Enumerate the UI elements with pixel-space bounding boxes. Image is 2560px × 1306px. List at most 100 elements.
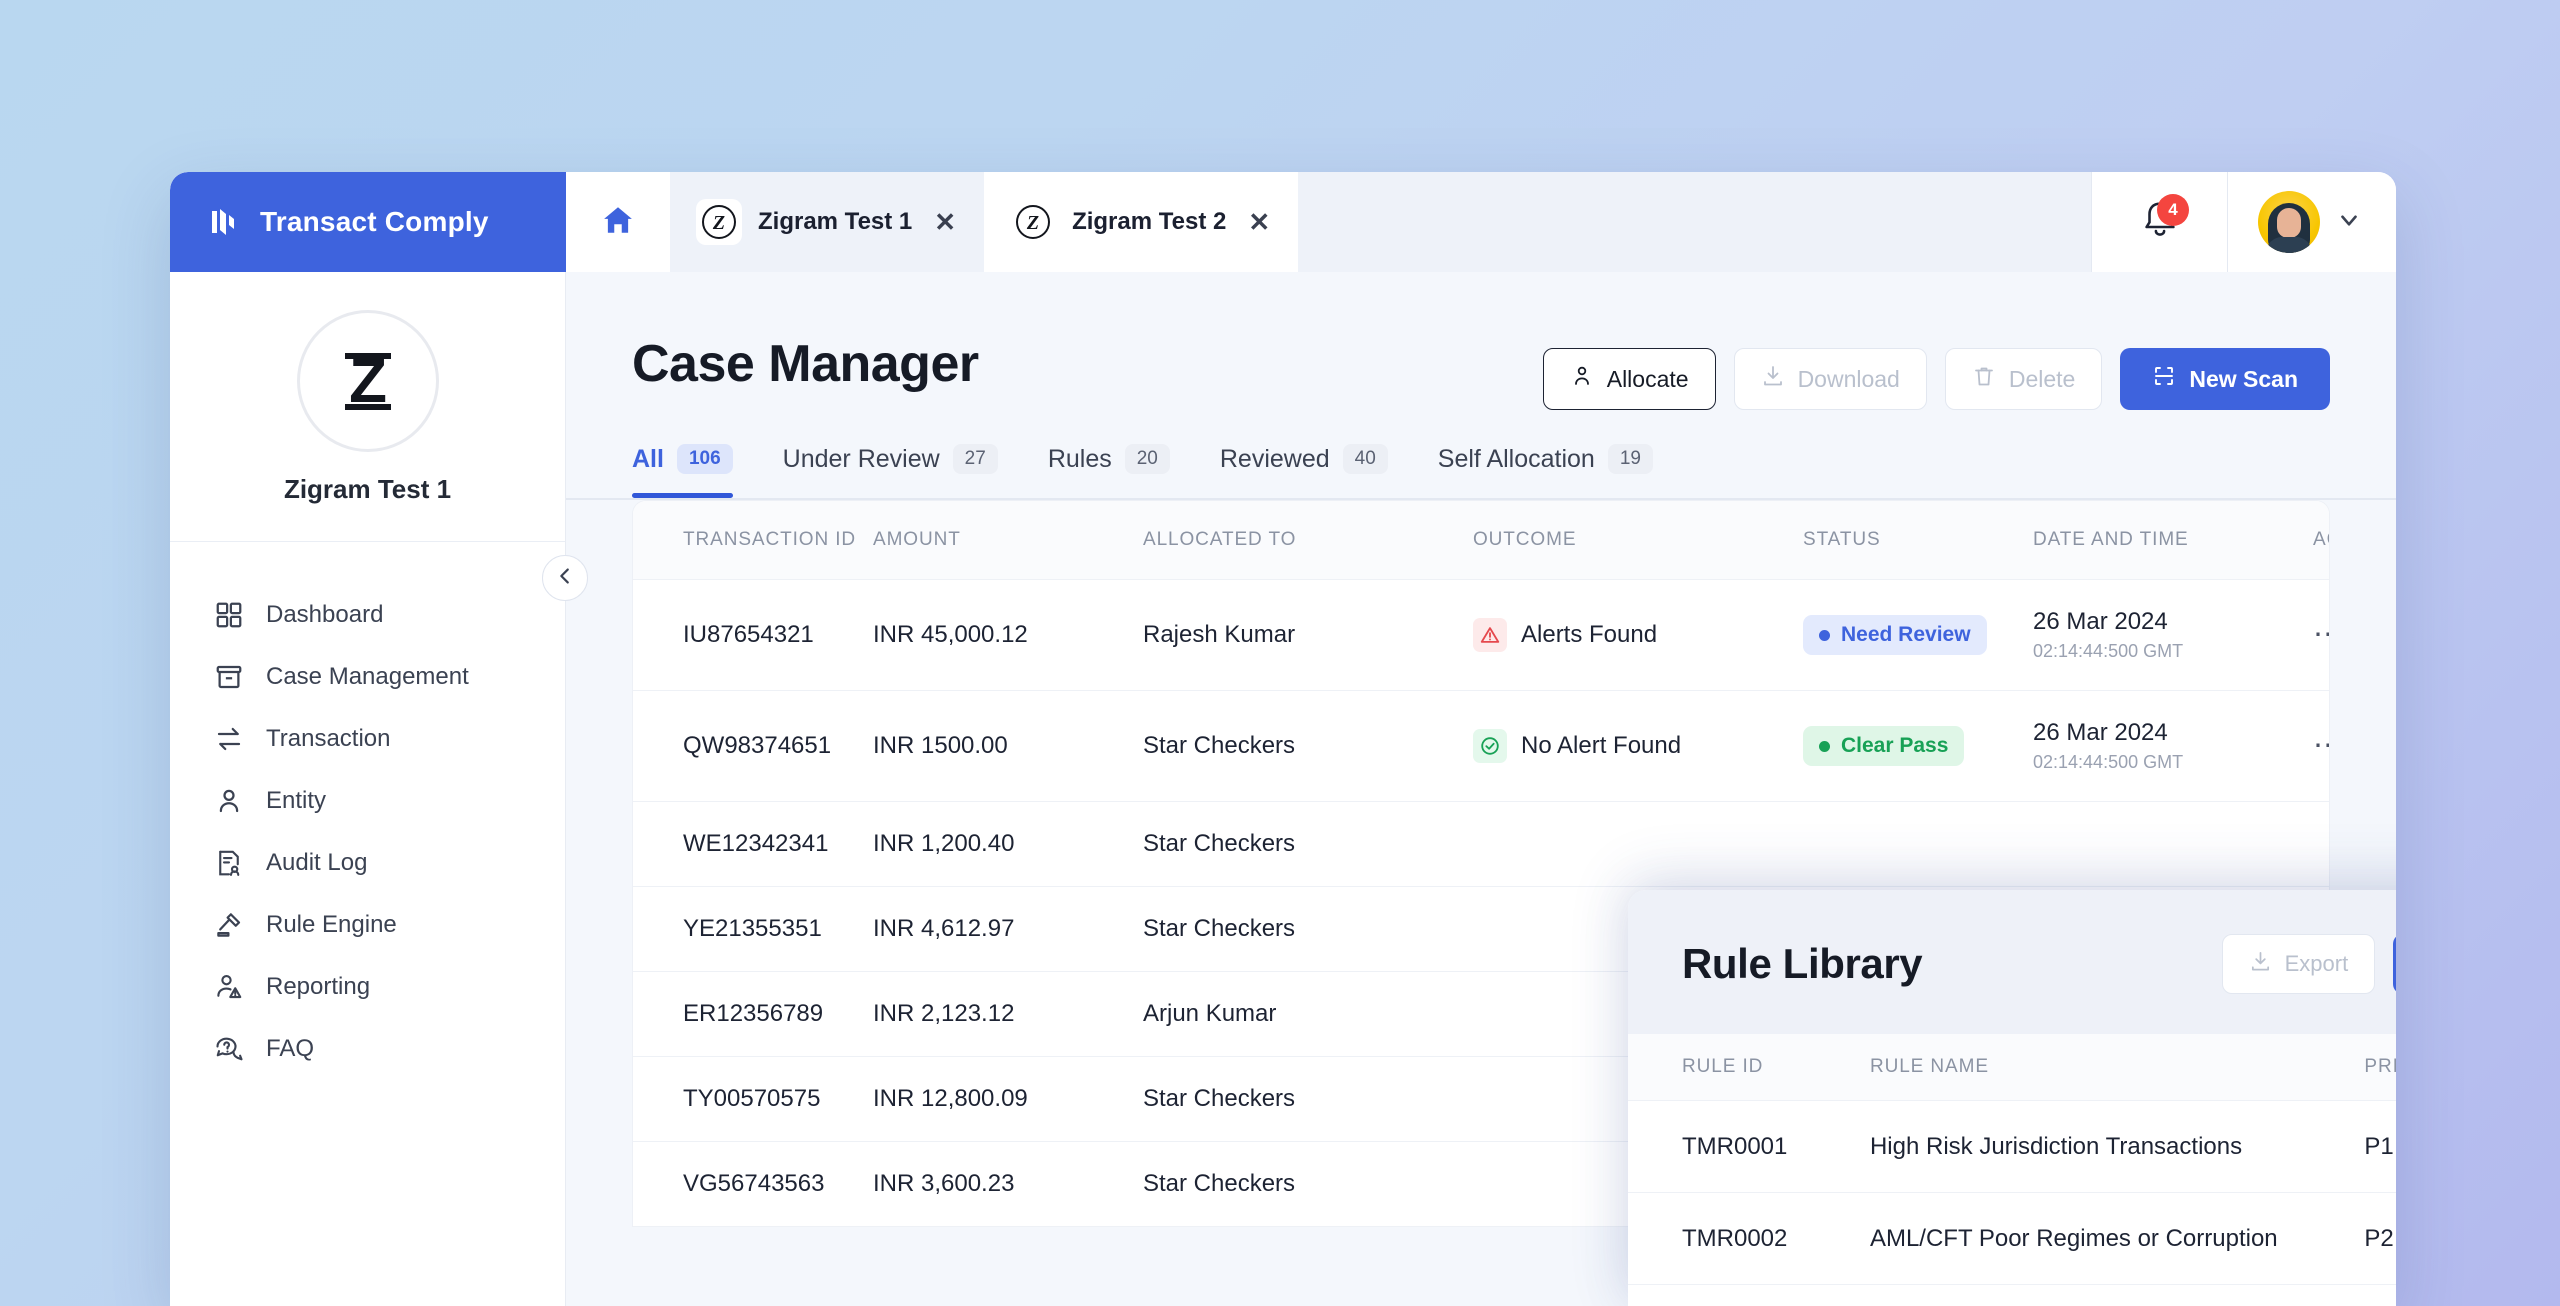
sidebar: Z Zigram Test 1 Dashboard Case Managemen…	[170, 272, 588, 1306]
sidebar-item-reporting[interactable]: Reporting	[170, 956, 565, 1018]
cell-amount: INR 2,123.12	[873, 971, 1143, 1057]
brand-header: Transact Comply	[170, 172, 566, 272]
tab-reviewed-count: 40	[1342, 444, 1388, 474]
col-rule-id: Rule ID	[1628, 1034, 1870, 1101]
browser-tab-1[interactable]: Z Zigram Test 1 ✕	[670, 172, 985, 272]
col-transaction-id: Transaction ID	[633, 501, 873, 580]
status-dot-icon	[1819, 740, 1830, 752]
export-button[interactable]: Export	[2221, 934, 2376, 994]
cell-rule-name: Cross Border Transactions	[1869, 1284, 2365, 1306]
tab-under-review[interactable]: Under Review 27	[783, 444, 998, 498]
cell-date-and-time: 26 Mar 2024 02:14:44:500 GMT	[2033, 690, 2313, 802]
page-title: Case Manager	[632, 335, 979, 393]
sidebar-nav: Dashboard Case Management Transaction En…	[170, 542, 565, 1080]
col-status: Status	[1803, 501, 2033, 580]
avatar	[2258, 191, 2320, 253]
ellipsis-icon[interactable]: ⋯	[2313, 620, 2329, 650]
audit-document-icon	[214, 848, 244, 878]
cell-outcome-label: Alerts Found	[1521, 621, 1658, 648]
chevron-left-icon	[554, 565, 576, 592]
sidebar-item-audit-log[interactable]: Audit Log	[170, 832, 565, 894]
alert-triangle-icon	[1473, 618, 1507, 652]
main-content: Case Manager Allocate Download Delete Ne…	[566, 272, 2396, 1306]
sidebar-item-dashboard[interactable]: Dashboard	[170, 584, 565, 646]
cell-outcome	[1473, 801, 1803, 887]
page-actions: Allocate Download Delete New Scan	[1542, 348, 2330, 410]
rule-library-actions: Export + Create new Rule	[2221, 934, 2396, 994]
cell-time: 02:14:44:500 GMT	[2033, 752, 2184, 772]
home-tab[interactable]	[566, 172, 670, 272]
cell-allocated-to: Star Checkers	[1143, 1056, 1473, 1142]
sidebar-item-transaction[interactable]: Transaction	[170, 708, 565, 770]
close-icon[interactable]: ✕	[934, 209, 956, 235]
zigram-z-icon: Z	[1010, 199, 1057, 245]
tab-all-label: All	[632, 444, 664, 473]
trash-icon	[1972, 364, 1996, 394]
cell-date-and-time: 26 Mar 2024 02:14:44:500 GMT	[2033, 579, 2313, 691]
tab-reviewed[interactable]: Reviewed 40	[1220, 444, 1388, 498]
sidebar-item-label: Transaction	[266, 725, 391, 752]
sidebar-item-label: Audit Log	[266, 849, 368, 876]
tab-all-count: 106	[676, 444, 733, 474]
download-button-label: Download	[1797, 365, 1900, 392]
table-row[interactable]: WE12342341 INR 1,200.40 Star Checkers	[633, 801, 2329, 887]
cell-priority: P1	[2364, 1100, 2396, 1193]
chevron-down-icon	[2336, 207, 2362, 238]
col-outcome: Outcome	[1473, 501, 1803, 580]
tab-rules[interactable]: Rules 20	[1048, 444, 1170, 498]
person-alert-icon	[214, 972, 244, 1002]
table-row[interactable]: IU87654321 INR 45,000.12 Rajesh Kumar Al…	[633, 579, 2329, 691]
notifications-button[interactable]: 4	[2091, 172, 2227, 272]
cell-date: 26 Mar 2024	[2033, 608, 2168, 635]
new-scan-button[interactable]: New Scan	[2120, 348, 2330, 410]
page-header: Case Manager Allocate Download Delete Ne…	[566, 272, 2396, 410]
status-dot-icon	[1819, 629, 1830, 641]
sidebar-item-rule-engine[interactable]: Rule Engine	[170, 894, 565, 956]
cell-transaction-id: YE21355351	[633, 886, 873, 972]
cell-priority: P3	[2364, 1284, 2396, 1306]
tab-self-allocation[interactable]: Self Allocation 19	[1438, 444, 1653, 498]
download-button[interactable]: Download	[1733, 348, 1927, 410]
rule-library-panel: Rule Library Export + Create new Rule	[1628, 890, 2396, 1306]
cell-rule-id: TMR0003	[1628, 1284, 1870, 1306]
app-body: Z Zigram Test 1 Dashboard Case Managemen…	[170, 272, 2396, 1306]
profile-menu-button[interactable]	[2227, 172, 2396, 272]
col-rule-name: Rule Name	[1869, 1034, 2365, 1101]
rule-row[interactable]: TMR0001 High Risk Jurisdiction Transacti…	[1628, 1100, 2396, 1193]
cell-date: 26 Mar 2024	[2033, 719, 2168, 746]
cell-status: Need Review	[1803, 579, 2033, 691]
tab-all[interactable]: All 106	[632, 444, 733, 498]
ellipsis-icon[interactable]: ⋯	[2313, 731, 2329, 761]
cases-table-header-row: Transaction ID Amount Allocated To Outco…	[633, 501, 2329, 580]
transact-comply-logo-icon	[206, 205, 240, 239]
create-new-rule-button[interactable]: + Create new Rule	[2393, 934, 2396, 994]
home-icon	[602, 204, 634, 241]
col-actions: Actions	[2313, 501, 2329, 580]
allocate-button[interactable]: Allocate	[1542, 348, 1716, 410]
sidebar-collapse-button[interactable]	[542, 555, 588, 601]
rule-row[interactable]: TMR0002 AML/CFT Poor Regimes or Corrupti…	[1628, 1192, 2396, 1285]
sidebar-item-case-management[interactable]: Case Management	[170, 646, 565, 708]
browser-tab-2[interactable]: Z Zigram Test 2 ✕	[984, 172, 1299, 272]
cell-actions: ⋯	[2313, 579, 2329, 691]
rule-library-table-body: TMR0001 High Risk Jurisdiction Transacti…	[1628, 1100, 2396, 1306]
brand-title: Transact Comply	[260, 206, 489, 237]
sidebar-item-entity[interactable]: Entity	[170, 770, 565, 832]
svg-text:Z: Z	[712, 212, 725, 234]
rule-row[interactable]: TMR0003 Cross Border Transactions P3	[1628, 1284, 2396, 1306]
zigram-z-icon: Z	[696, 199, 742, 245]
close-icon[interactable]: ✕	[1248, 209, 1270, 235]
cell-amount: INR 45,000.12	[873, 579, 1143, 691]
table-row[interactable]: QW98374651 INR 1500.00 Star Checkers No …	[633, 690, 2329, 802]
cell-allocated-to: Star Checkers	[1143, 1141, 1473, 1227]
status-badge: Need Review	[1803, 615, 1987, 655]
cell-outcome-label: No Alert Found	[1521, 732, 1682, 759]
cell-time: 02:14:44:500 GMT	[2033, 641, 2184, 661]
sidebar-item-faq[interactable]: FAQ	[170, 1018, 565, 1080]
archive-box-icon	[214, 662, 244, 692]
delete-button[interactable]: Delete	[1944, 348, 2103, 410]
rule-library-table: Rule ID Rule Name Priority Actions TMR00…	[1628, 1034, 2396, 1306]
organisation-logo: Z	[296, 310, 439, 452]
tab-rules-count: 20	[1124, 444, 1170, 474]
cell-rule-name: High Risk Jurisdiction Transactions	[1869, 1100, 2365, 1193]
